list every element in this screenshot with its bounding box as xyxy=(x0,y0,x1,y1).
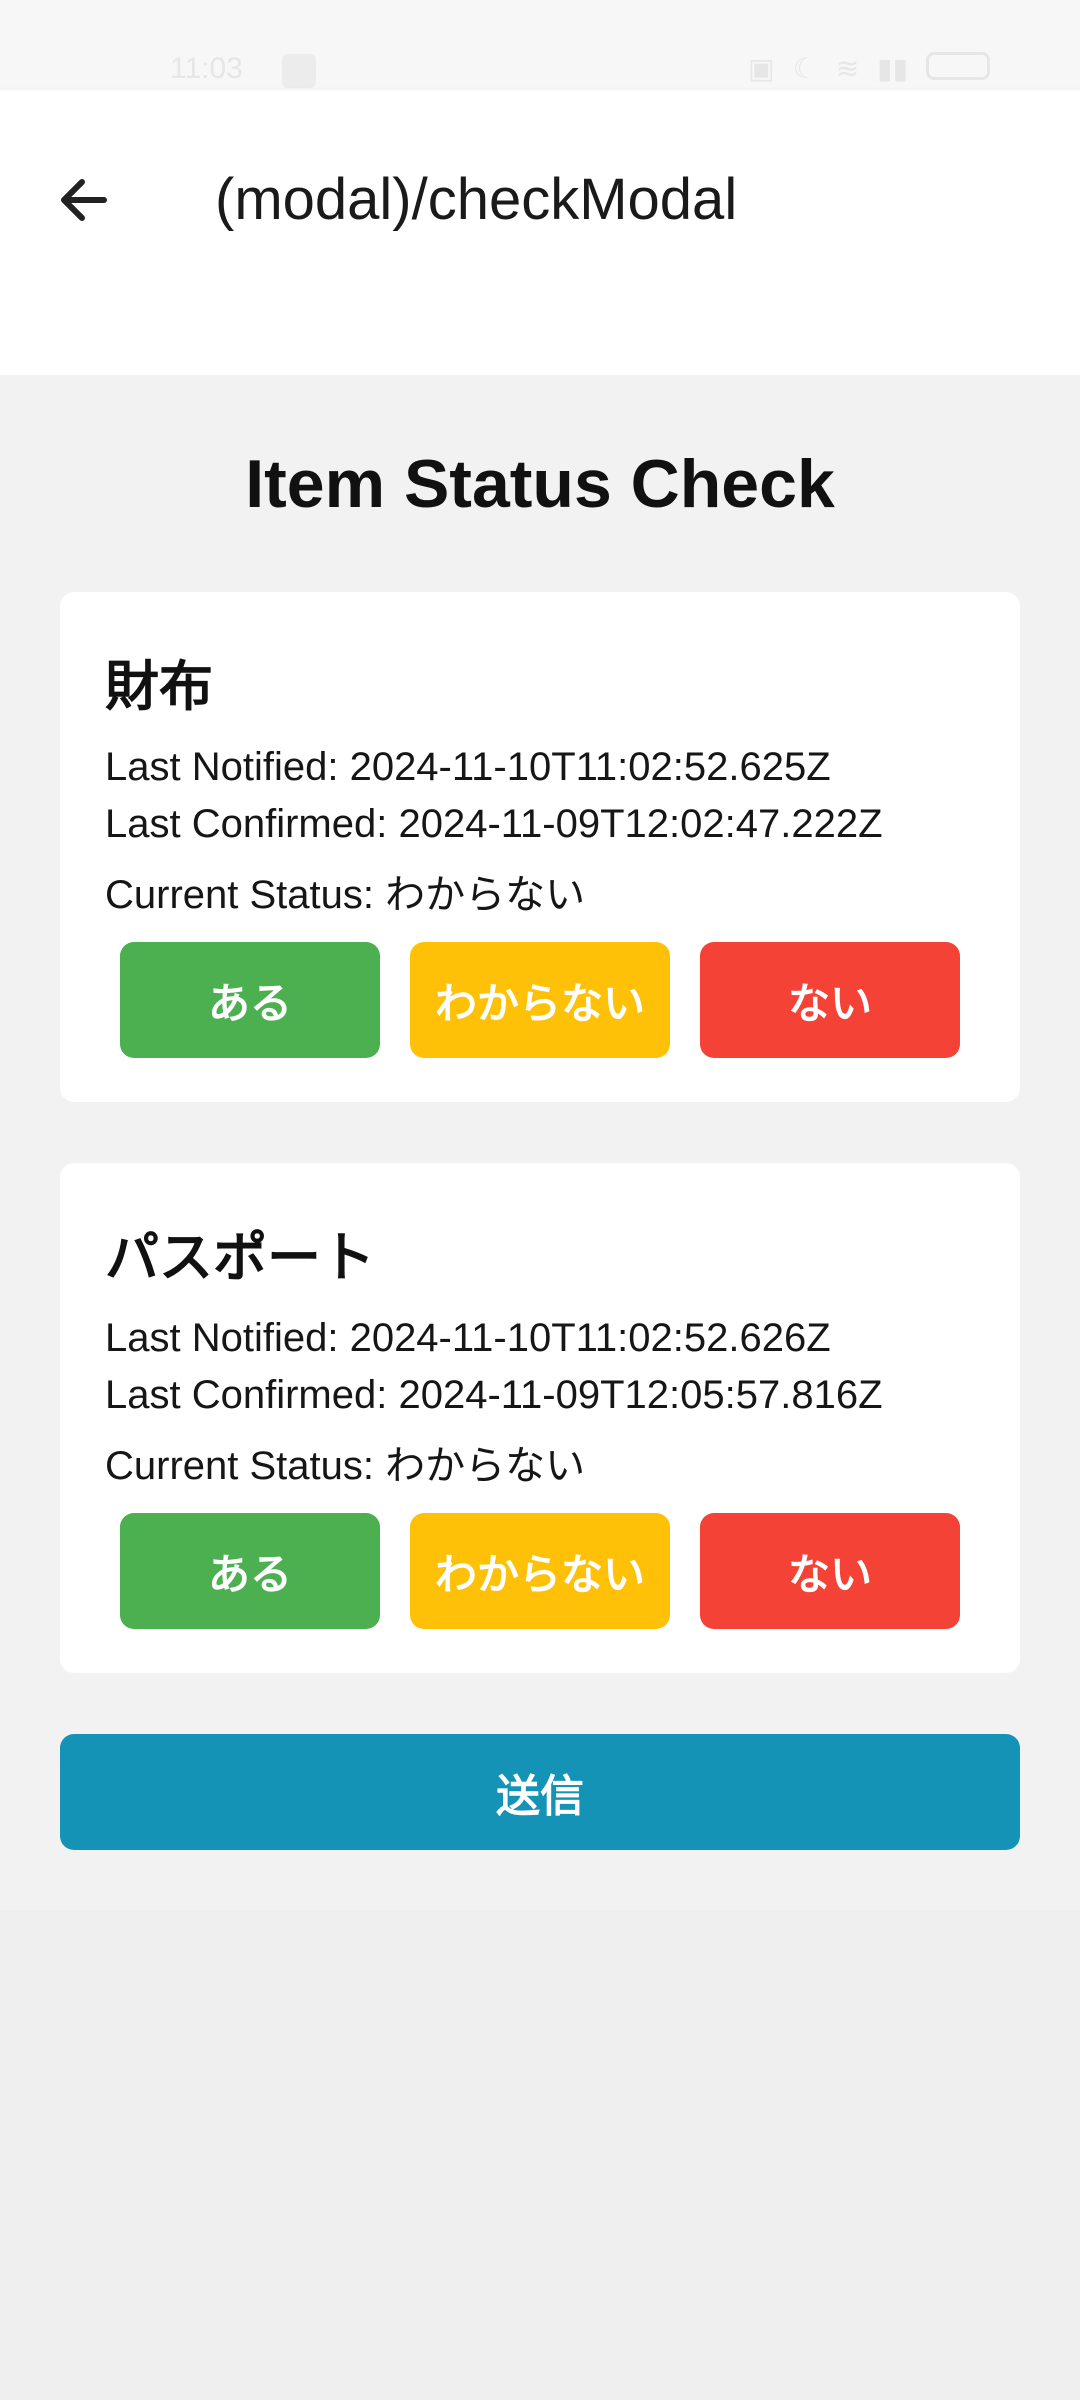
status-no-button[interactable]: ない xyxy=(700,1513,960,1629)
back-button[interactable] xyxy=(44,160,124,240)
submit-button[interactable]: 送信 xyxy=(60,1734,1020,1850)
last-confirmed: Last Confirmed: 2024-11-09T12:02:47.222Z xyxy=(105,802,883,846)
moon-icon: ☾ xyxy=(792,53,818,84)
page-title: Item Status Check xyxy=(245,446,835,522)
battery-icon xyxy=(926,52,990,80)
current-status: Current Status: わからない xyxy=(105,873,586,917)
nfc-icon: ▣ xyxy=(748,53,775,84)
last-confirmed: Last Confirmed: 2024-11-09T12:05:57.816Z xyxy=(105,1373,883,1417)
wifi-icon: ≋ xyxy=(835,53,860,84)
status-yes-button[interactable]: ある xyxy=(120,1513,380,1629)
item-name: パスポート xyxy=(105,1228,375,1288)
last-notified: Last Notified: 2024-11-10T11:02:52.625Z xyxy=(105,745,831,789)
item-card: 財布 Last Notified: 2024-11-10T11:02:52.62… xyxy=(60,592,1020,1102)
last-notified: Last Notified: 2024-11-10T11:02:52.626Z xyxy=(105,1316,831,1360)
status-button-row: ある わからない ない xyxy=(120,942,960,1058)
current-status: Current Status: わからない xyxy=(105,1444,586,1488)
status-icons: ▣ ☾ ≋ ▮▮ xyxy=(748,52,990,85)
empty-bottom-area xyxy=(0,1910,1080,2400)
signal-icon: ▮▮ xyxy=(877,53,908,84)
status-button-row: ある わからない ない xyxy=(120,1513,960,1629)
status-unknown-button[interactable]: わからない xyxy=(410,1513,670,1629)
status-time: 11:03 xyxy=(170,52,243,85)
status-bar: 11:03 ▣ ☾ ≋ ▮▮ xyxy=(0,0,1080,90)
status-no-button[interactable]: ない xyxy=(700,942,960,1058)
status-unknown-button[interactable]: わからない xyxy=(410,942,670,1058)
notification-icon xyxy=(282,54,316,88)
status-yes-button[interactable]: ある xyxy=(120,942,380,1058)
item-name: 財布 xyxy=(105,657,213,717)
header-title: (modal)/checkModal xyxy=(215,167,738,232)
main-content: Item Status Check 財布 Last Notified: 2024… xyxy=(0,375,1080,1910)
arrow-left-icon xyxy=(61,179,107,221)
item-card: パスポート Last Notified: 2024-11-10T11:02:52… xyxy=(60,1163,1020,1673)
